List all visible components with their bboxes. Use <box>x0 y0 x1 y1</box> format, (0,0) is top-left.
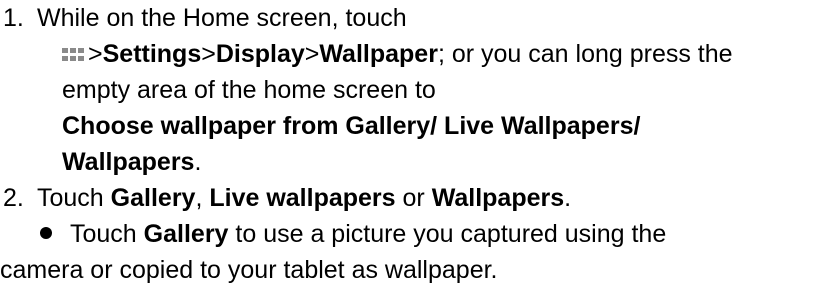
apps-grid-icon <box>62 37 86 61</box>
step2-text: Touch Gallery, Live wallpapers or Wallpa… <box>37 180 571 216</box>
bullet-gallery: Gallery <box>143 220 229 248</box>
step1-number: 1. <box>3 4 24 32</box>
step2-period: . <box>564 184 572 212</box>
step1-intro: While on the Home screen, touch <box>37 4 407 32</box>
step2-or: or <box>395 184 432 212</box>
settings-label: Settings <box>102 40 202 68</box>
step2-number: 2. <box>3 184 24 212</box>
step1-line2: >Settings>Display>Wallpaper; or you can … <box>62 36 733 72</box>
bullet-line2: camera or copied to your tablet as wallp… <box>0 252 498 288</box>
wallpapers-option: Wallpapers <box>431 184 565 212</box>
step1-line3: empty area of the home screen to <box>62 72 436 108</box>
step1-line5: Wallpapers. <box>62 144 201 180</box>
path-separator: > <box>201 40 216 68</box>
bullet-text-2: camera or copied to your tablet as wallp… <box>0 256 498 284</box>
step2-comma: , <box>195 184 210 212</box>
bullet-touch: Touch <box>70 220 144 248</box>
live-wallpapers-option: Live wallpapers <box>209 184 396 212</box>
gallery-option: Gallery <box>110 184 196 212</box>
step1-long-press-text: ; or you can long press the <box>437 40 733 68</box>
bullet-dot <box>40 227 52 239</box>
step1-line4: Choose wallpaper from Gallery/ Live Wall… <box>62 108 640 144</box>
path-separator: > <box>304 40 320 68</box>
choose-wallpaper-text: Choose wallpaper from Gallery/ Live Wall… <box>62 112 641 140</box>
wallpaper-label: Wallpaper <box>319 40 438 68</box>
bullet-line1: Touch Gallery to use a picture you captu… <box>40 216 666 252</box>
step2-touch: Touch <box>37 184 111 212</box>
wallpapers-option-text: Wallpapers <box>62 148 195 176</box>
step1-end-period: . <box>194 148 202 176</box>
step1-empty-area-text: empty area of the home screen to <box>62 76 436 104</box>
bullet-text-1: to use a picture you captured using the <box>228 220 667 248</box>
path-separator: > <box>88 40 103 68</box>
display-label: Display <box>215 40 305 68</box>
